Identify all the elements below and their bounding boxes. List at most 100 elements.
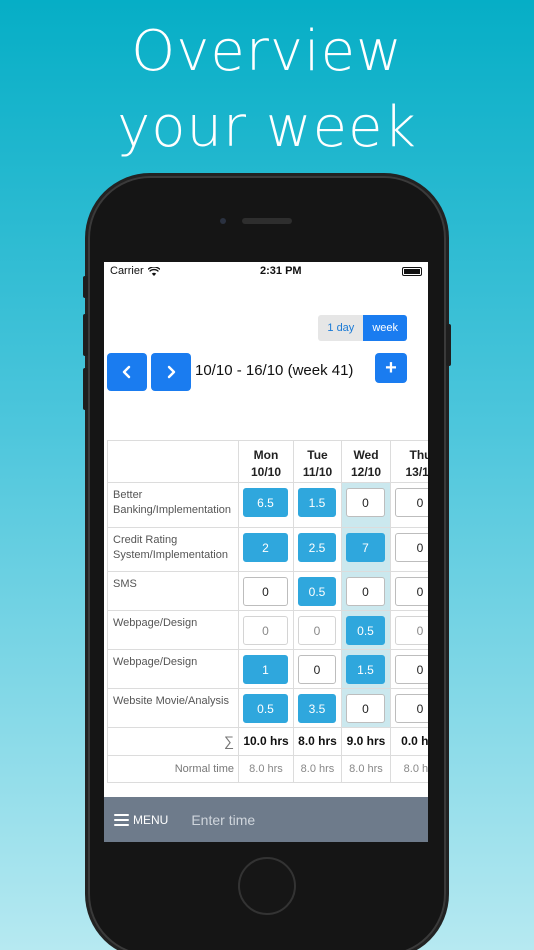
table-cell: 0: [390, 611, 428, 649]
chevron-left-icon: [122, 365, 131, 379]
add-entry-button[interactable]: +: [375, 353, 407, 383]
headline: Overview your week: [0, 14, 534, 166]
day-normal-time: 8.0 hrs: [293, 756, 341, 782]
hours-input[interactable]: 3.5: [298, 694, 336, 723]
day-total: 0.0 hrs: [390, 728, 428, 755]
day-date: 10/10: [250, 465, 282, 479]
table-cell: 3.5: [293, 689, 341, 727]
hours-input[interactable]: 0.5: [346, 616, 385, 645]
table-cell: 0.5: [238, 689, 293, 727]
table-cell: Webpage/Design: [107, 611, 238, 649]
headline-line-2: your week: [117, 95, 417, 160]
table-header-row: Mon 10/10 Tue 11/10 Wed 12/10 Thu 13/10: [107, 441, 428, 483]
battery-icon: [401, 266, 422, 276]
day-name: Tue: [307, 448, 328, 462]
enter-time-field[interactable]: Enter time: [191, 812, 255, 828]
view-day-button[interactable]: 1 day: [318, 315, 364, 341]
chevron-right-icon: [167, 365, 176, 379]
view-week-button[interactable]: week: [363, 315, 407, 341]
hours-input[interactable]: 0: [395, 577, 428, 606]
project-label: Website Movie/Analysis: [113, 695, 229, 707]
sum-symbol: ∑: [224, 733, 234, 749]
status-time: 2:31 PM: [260, 265, 302, 277]
menu-button[interactable]: MENU: [133, 813, 168, 827]
table-cell: SMS: [107, 572, 238, 610]
table-cell: 7: [341, 528, 390, 571]
day-header-thu: Thu 13/10: [390, 441, 428, 482]
hours-input[interactable]: 7: [346, 533, 385, 562]
day-header-tue: Tue 11/10: [293, 441, 341, 482]
hours-input[interactable]: 0: [395, 488, 428, 517]
table-cell: Website Movie/Analysis: [107, 689, 238, 727]
hours-input[interactable]: 6.5: [243, 488, 288, 517]
hours-input[interactable]: 0: [395, 655, 428, 684]
table-cell: 0: [390, 483, 428, 527]
table-cell: 0: [390, 689, 428, 727]
hours-input[interactable]: 0: [346, 694, 385, 723]
table-cell: 0: [341, 689, 390, 727]
hours-input[interactable]: 0: [346, 577, 385, 606]
table-row: Better Banking/Implementation 6.5 1.5 0 0: [107, 483, 428, 528]
table-cell: 0: [390, 650, 428, 688]
hours-input[interactable]: 0.5: [243, 694, 288, 723]
table-cell: 0: [390, 572, 428, 610]
hours-input[interactable]: 0: [298, 655, 336, 684]
hours-input[interactable]: 0: [243, 577, 288, 606]
project-label: Webpage/Design: [113, 617, 198, 629]
day-date: 13/10: [405, 465, 428, 479]
home-button[interactable]: [238, 857, 296, 915]
table-cell: [107, 441, 238, 482]
day-normal-time: 8.0 hrs: [238, 756, 293, 782]
day-normal-time: 8.0 hrs: [390, 756, 428, 782]
hours-input[interactable]: 2: [243, 533, 288, 562]
table-cell: 0.5: [293, 572, 341, 610]
hours-input[interactable]: 0: [243, 616, 288, 645]
table-cell: 2.5: [293, 528, 341, 571]
hamburger-icon[interactable]: [114, 813, 129, 826]
project-label: Webpage/Design: [113, 656, 198, 668]
hours-input[interactable]: 1.5: [298, 488, 336, 517]
table-cell: 1.5: [341, 650, 390, 688]
app-screen: Carrier 2:31 PM 1 day week 10/10 - 16/10…: [104, 262, 428, 842]
hours-input[interactable]: 0.5: [298, 577, 336, 606]
table-cell: 0: [390, 528, 428, 571]
hours-input[interactable]: 0: [395, 533, 428, 562]
day-total: 10.0 hrs: [238, 728, 293, 755]
day-name: Thu: [409, 448, 429, 462]
status-bar: Carrier 2:31 PM: [104, 262, 428, 280]
power-button: [446, 324, 451, 366]
day-name: Wed: [353, 448, 379, 462]
hours-input[interactable]: 2.5: [298, 533, 336, 562]
table-cell: Better Banking/Implementation: [107, 483, 238, 527]
day-total: 9.0 hrs: [341, 728, 390, 755]
view-toggle: 1 day week: [318, 315, 407, 341]
hours-input[interactable]: 0: [395, 694, 428, 723]
table-cell: Webpage/Design: [107, 650, 238, 688]
table-row: Webpage/Design 0 0 0.5 0: [107, 611, 428, 650]
table-cell: 0: [238, 572, 293, 610]
table-total-row: ∑10.0 hrs8.0 hrs9.0 hrs0.0 hrs: [107, 728, 428, 756]
hours-input[interactable]: 0: [298, 616, 336, 645]
table-row: Credit Rating System/Implementation 2 2.5 7…: [107, 528, 428, 572]
table-cell: 1.5: [293, 483, 341, 527]
table-cell: 6.5: [238, 483, 293, 527]
timesheet-table: Mon 10/10 Tue 11/10 Wed 12/10 Thu 13/10 Better B…: [107, 440, 428, 786]
volume-up-button: [83, 314, 88, 356]
prev-week-button[interactable]: [107, 353, 147, 391]
day-date: 11/10: [302, 465, 333, 479]
hours-input[interactable]: 0: [346, 488, 385, 517]
week-range-label: 10/10 - 16/10 (week 41): [195, 362, 354, 379]
table-cell: 0: [293, 611, 341, 649]
project-label: Credit Rating System/Implementation: [113, 534, 228, 561]
hours-input[interactable]: 1.5: [346, 655, 385, 684]
next-week-button[interactable]: [151, 353, 191, 391]
table-cell: 0: [238, 611, 293, 649]
normal-time-label: Normal time: [174, 763, 234, 775]
project-label: Better Banking/Implementation: [113, 489, 232, 516]
project-label: SMS: [113, 578, 137, 590]
hours-input[interactable]: 0: [395, 616, 428, 645]
table-cell: 0: [341, 483, 390, 527]
hours-input[interactable]: 1: [243, 655, 288, 684]
day-date: 12/10: [350, 465, 382, 479]
mute-switch: [83, 276, 88, 298]
